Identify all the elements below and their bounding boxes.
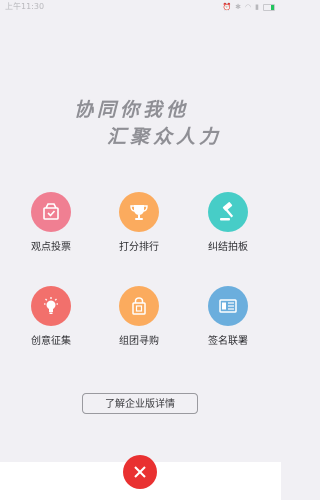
slogan-line-2: 汇聚众人力 (107, 126, 223, 148)
ideas-circle (31, 286, 71, 326)
close-button[interactable] (123, 455, 157, 489)
battery-icon (263, 3, 275, 11)
status-time: 上午11:30 (5, 2, 45, 11)
trophy-icon (130, 205, 148, 220)
decision-circle (208, 192, 248, 232)
alarm-icon: ⏰ (222, 3, 232, 11)
rating-circle (119, 192, 159, 232)
wifi-icon: ◠ (245, 3, 252, 11)
grid-item-vote[interactable]: 观点投票 (11, 192, 91, 253)
gavel-icon (220, 202, 234, 221)
vote-circle (31, 192, 71, 232)
status-bar: 上午11:30 ⏰ ✱ ◠ ▮ (0, 0, 281, 14)
grid-item-decision[interactable]: 纠结拍板 (188, 192, 268, 253)
group-buy-circle (119, 286, 159, 326)
grid-item-ideas[interactable]: 创意征集 (11, 286, 91, 347)
document-icon (219, 299, 237, 313)
grid-label-rating: 打分排行 (119, 242, 159, 253)
grid-label-petition: 签名联署 (208, 336, 248, 347)
status-icons: ⏰ ✱ ◠ ▮ (222, 0, 275, 14)
lightbulb-icon (44, 297, 58, 314)
shopping-bag-icon (132, 297, 146, 315)
petition-circle (208, 286, 248, 326)
grid-item-rating[interactable]: 打分排行 (99, 192, 179, 253)
bluetooth-icon: ✱ (235, 3, 242, 11)
slogan-line-1: 协同你我他 (74, 99, 190, 121)
vote-box-icon (43, 203, 59, 220)
close-icon (134, 466, 146, 478)
grid-label-group-buy: 组团寻购 (119, 336, 159, 347)
enterprise-details-button[interactable]: 了解企业版详情 (82, 393, 198, 414)
grid-item-group-buy[interactable]: 组团寻购 (99, 286, 179, 347)
grid-label-decision: 纠结拍板 (208, 242, 248, 253)
grid-label-ideas: 创意征集 (31, 336, 71, 347)
signal-icon: ▮ (255, 3, 259, 11)
grid-item-petition[interactable]: 签名联署 (188, 286, 268, 347)
grid-label-vote: 观点投票 (31, 242, 71, 253)
